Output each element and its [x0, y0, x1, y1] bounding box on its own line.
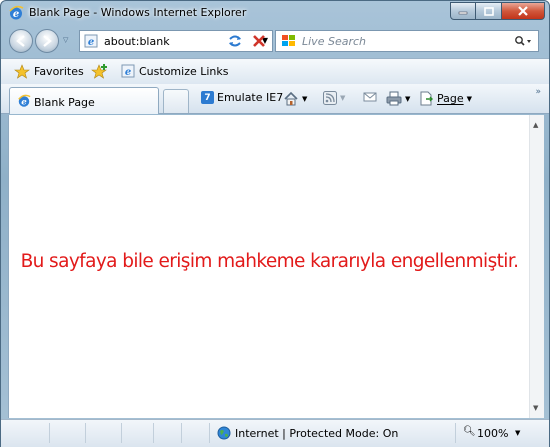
stop-icon[interactable]: [251, 33, 267, 49]
maximize-icon: [483, 6, 494, 16]
blocked-message: Bu sayfaya bile erişim mahkeme kararıyla…: [20, 251, 519, 272]
home-dropdown-icon[interactable]: ▼: [302, 95, 307, 103]
minimize-icon: [458, 11, 468, 15]
scroll-down-icon[interactable]: ▼: [533, 404, 538, 412]
add-favorite-icon[interactable]: [91, 63, 109, 79]
live-search-icon: [282, 35, 295, 46]
zoom-level[interactable]: 100%: [477, 427, 508, 440]
search-placeholder: Live Search: [302, 35, 366, 48]
tab-blank-page[interactable]: e Blank Page: [9, 87, 159, 114]
ie-logo-icon: e: [9, 5, 24, 20]
status-divider: [49, 423, 50, 443]
tab-label: Blank Page: [34, 96, 95, 109]
search-icon[interactable]: [514, 35, 532, 47]
chevron-more-icon[interactable]: »: [535, 87, 541, 97]
globe-icon: [217, 426, 231, 440]
forward-icon: [43, 35, 52, 47]
page-dropdown-icon[interactable]: ▼: [467, 95, 472, 103]
ie-window: e Blank Page - Windows Internet Explorer…: [0, 0, 550, 447]
emulate-label: Emulate IE7: [217, 91, 284, 104]
status-bar: Internet | Protected Mode: On 🔍︎ 100% ▼: [1, 419, 549, 447]
home-icon: [284, 91, 298, 106]
close-icon: [518, 6, 528, 16]
star-icon[interactable]: [14, 64, 30, 79]
minimize-button[interactable]: [450, 2, 476, 20]
link-favicon-icon: e: [121, 64, 135, 78]
svg-text:e: e: [125, 67, 131, 78]
recent-pages-icon[interactable]: ▽: [63, 36, 68, 44]
feeds-dropdown-icon[interactable]: ▼: [340, 94, 345, 102]
mail-icon: [363, 92, 377, 102]
address-url: about:blank: [104, 35, 170, 48]
page-menu-label: Page: [437, 92, 464, 105]
mail-button[interactable]: [363, 91, 377, 103]
status-divider: [181, 423, 182, 443]
svg-text:e: e: [21, 98, 27, 108]
status-divider: [153, 423, 154, 443]
back-icon: [16, 35, 25, 47]
emulate-ie7-button[interactable]: 7 Emulate IE7: [201, 91, 283, 104]
address-bar[interactable]: e about:blank ▼: [79, 30, 273, 52]
page-icon: [420, 91, 433, 106]
page-content: Bu sayfaya bile erişim mahkeme kararıyla…: [8, 115, 529, 418]
customize-links-link[interactable]: Customize Links: [139, 65, 229, 78]
new-tab-button[interactable]: [163, 89, 189, 113]
maximize-button[interactable]: [476, 2, 502, 20]
favorites-bar: Favorites e Customize Links: [1, 58, 549, 84]
feeds-icon: [323, 91, 337, 105]
status-divider: [121, 423, 122, 443]
status-divider: [209, 423, 210, 443]
svg-text:e: e: [13, 9, 19, 20]
navigation-bar: ▽ e about:blank ▼ Live Search: [1, 26, 549, 56]
zoom-dropdown-icon[interactable]: ▼: [515, 429, 520, 437]
page-favicon-icon: e: [84, 34, 98, 48]
status-divider: [455, 423, 456, 443]
svg-text:e: e: [88, 37, 94, 48]
ie-logo-icon: e: [18, 94, 31, 108]
print-dropdown-icon[interactable]: ▼: [405, 95, 410, 103]
print-icon: [386, 91, 402, 106]
search-box[interactable]: Live Search: [275, 30, 539, 52]
title-bar: e Blank Page - Windows Internet Explorer: [1, 1, 549, 25]
scroll-up-icon[interactable]: ▲: [533, 121, 538, 129]
security-zone[interactable]: Internet | Protected Mode: On: [235, 427, 398, 440]
refresh-icon[interactable]: [227, 34, 243, 48]
print-button[interactable]: ▼: [386, 91, 410, 106]
status-divider: [85, 423, 86, 443]
feeds-button[interactable]: ▼: [323, 91, 345, 105]
tab-bar: e Blank Page 7 Emulate IE7 ▼ ▼ ▼ Page ▼ …: [1, 84, 549, 114]
vertical-scrollbar[interactable]: ▲ ▼: [529, 115, 544, 418]
back-button[interactable]: [9, 29, 33, 53]
window-title: Blank Page - Windows Internet Explorer: [29, 6, 247, 19]
page-menu-button[interactable]: Page ▼: [419, 91, 472, 106]
caption-buttons: [450, 2, 545, 20]
home-button[interactable]: ▼: [283, 91, 307, 106]
emulate-icon: 7: [201, 91, 214, 104]
zoom-icon[interactable]: 🔍︎: [463, 426, 476, 437]
forward-button[interactable]: [35, 29, 59, 53]
close-button[interactable]: [502, 2, 545, 20]
favorites-button[interactable]: Favorites: [34, 65, 84, 78]
